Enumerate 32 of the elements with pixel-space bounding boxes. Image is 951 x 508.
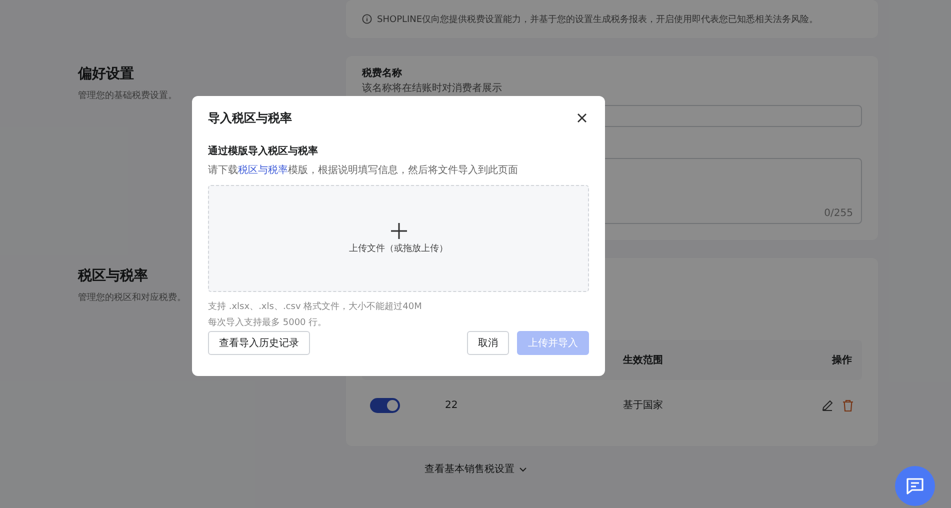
chat-button[interactable] (895, 466, 935, 506)
section-description: 管理您的税区和对应税费。 (78, 292, 187, 304)
section-description: 管理您的基础税费设置。 (78, 90, 178, 102)
column-header: 操作 (832, 354, 852, 367)
chat-icon (905, 476, 925, 496)
info-icon (362, 14, 372, 24)
toggle-switch[interactable] (370, 398, 400, 412)
plus-icon (390, 222, 408, 240)
field-label: 税费名称 (362, 66, 403, 80)
trash-icon[interactable] (842, 398, 854, 412)
dialog-subtitle: 通过模版导入税区与税率 (208, 144, 319, 158)
section-title: 偏好设置 (78, 65, 135, 83)
cancel-button[interactable]: 取消 (467, 331, 509, 355)
close-icon (575, 111, 589, 125)
chevron-down-icon (518, 466, 526, 472)
table-cell-text: 22 (445, 400, 459, 410)
format-hint: 每次导入支持最多 5000 行。 (208, 316, 328, 329)
settings-link[interactable]: 查看基本销售税设置 (424, 462, 514, 476)
column-header: 生效范围 (623, 354, 663, 367)
field-hint: 该名称将在结账时对消费者展示 (362, 82, 503, 95)
upload-dropzone[interactable]: 上传文件（或拖放上传） (208, 185, 589, 292)
table-cell-text: 基于国家 (623, 398, 663, 412)
character-counter: 0/255 (824, 208, 853, 219)
notice-text: SHOPLINE仅向您提供税费设置能力，并基于您的设置生成税务报表，开启使用即代表您已知悉相关法务风险。 (377, 14, 818, 26)
history-button[interactable]: 查看导入历史记录 (208, 331, 310, 355)
edit-icon[interactable] (821, 398, 834, 412)
close-button[interactable] (575, 111, 589, 125)
template-link[interactable]: 税区与税率 (238, 165, 288, 176)
section-title: 税区与税率 (78, 267, 149, 285)
dialog-title: 导入税区与税率 (208, 110, 292, 126)
upload-label: 上传文件（或拖放上传） (349, 242, 448, 255)
format-hint: 支持 .xlsx、.xls、.csv 格式文件，大小不能超过40M (208, 300, 423, 313)
